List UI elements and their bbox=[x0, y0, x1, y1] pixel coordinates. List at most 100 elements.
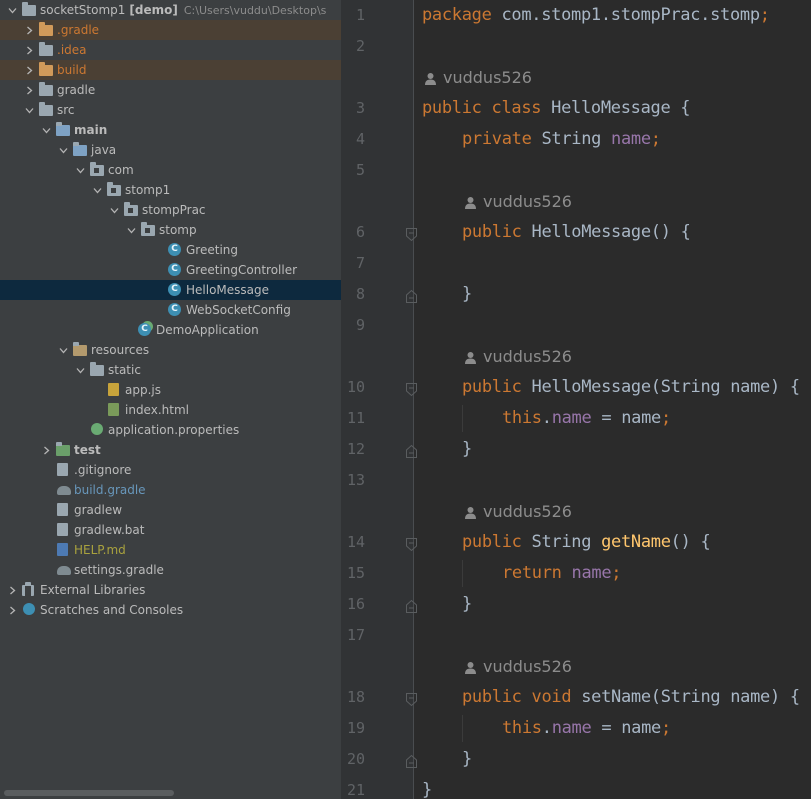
horizontal-scrollbar[interactable] bbox=[4, 790, 174, 796]
code-line[interactable]: public String getName() { bbox=[462, 527, 711, 558]
tree-item-socketstomp1[interactable]: socketStomp1 [demo] C:\Users\vuddu\Desktop… bbox=[0, 0, 341, 20]
tree-item-settings-gradle[interactable]: settings.gradle bbox=[0, 560, 341, 580]
tree-item-gradlew-bat[interactable]: gradlew.bat bbox=[0, 520, 341, 540]
chevron-right-icon[interactable] bbox=[6, 580, 18, 600]
user-icon bbox=[465, 662, 476, 674]
tree-item-stompprac[interactable]: stompPrac bbox=[0, 200, 341, 220]
tree-item-label: External Libraries bbox=[40, 583, 146, 597]
tree-item-stomp[interactable]: stomp bbox=[0, 220, 341, 240]
fold-collapse-icon[interactable] bbox=[406, 226, 417, 242]
tree-item-greetingcontroller[interactable]: C GreetingController bbox=[0, 260, 341, 280]
tree-item-label: socketStomp1 [demo] C:\Users\vuddu\Desktop… bbox=[40, 3, 327, 17]
tree-item-help-md[interactable]: HELP.md bbox=[0, 540, 341, 560]
tree-item-scratches-and-consoles[interactable]: Scratches and Consoles bbox=[0, 600, 341, 620]
chevron-down-icon[interactable] bbox=[74, 360, 86, 380]
chevron-down-icon[interactable] bbox=[40, 120, 52, 140]
tree-item-application-properties[interactable]: application.properties bbox=[0, 420, 341, 440]
code-line[interactable]: package com.stomp1.stompPrac.stomp; bbox=[422, 0, 770, 31]
tree-item-com[interactable]: com bbox=[0, 160, 341, 180]
tree-item-java[interactable]: java bbox=[0, 140, 341, 160]
code-line[interactable]: public HelloMessage() { bbox=[462, 217, 691, 248]
tree-item-hellomessage[interactable]: C HelloMessage bbox=[0, 280, 341, 300]
code-token: String bbox=[541, 129, 612, 149]
tree-item-resources[interactable]: resources bbox=[0, 340, 341, 360]
code-line[interactable]: } bbox=[462, 434, 472, 465]
fold-end-icon[interactable] bbox=[406, 598, 417, 613]
tree-item-websocketconfig[interactable]: C WebSocketConfig bbox=[0, 300, 341, 320]
chevron-down-icon[interactable] bbox=[125, 220, 137, 240]
tree-item-demoapplication[interactable]: C DemoApplication bbox=[0, 320, 341, 340]
excluded-folder-icon bbox=[39, 62, 53, 77]
code-token: this bbox=[502, 408, 542, 428]
chevron-right-icon[interactable] bbox=[23, 60, 35, 80]
code-line[interactable]: } bbox=[462, 589, 472, 620]
tree-item-main[interactable]: main bbox=[0, 120, 341, 140]
code-token: public bbox=[462, 532, 532, 552]
tree-item-static[interactable]: static bbox=[0, 360, 341, 380]
code-token: HelloMessage bbox=[531, 222, 652, 242]
tree-item-build-gradle[interactable]: build.gradle bbox=[0, 480, 341, 500]
code-line[interactable]: return name; bbox=[502, 558, 622, 589]
chevron-down-icon[interactable] bbox=[57, 340, 69, 360]
code-token: private bbox=[462, 129, 542, 149]
project-tree-panel[interactable]: socketStomp1 [demo] C:\Users\vuddu\Desktop… bbox=[0, 0, 341, 799]
chevron-right-icon[interactable] bbox=[23, 20, 35, 40]
code-author-hint[interactable]: vuddus526 bbox=[464, 496, 572, 527]
chevron-right-icon[interactable] bbox=[23, 40, 35, 60]
chevron-right-icon[interactable] bbox=[40, 440, 52, 460]
module-name-suffix: [demo] bbox=[129, 3, 178, 17]
fold-end-icon[interactable] bbox=[406, 753, 417, 768]
tree-item-external-libraries[interactable]: External Libraries bbox=[0, 580, 341, 600]
code-line[interactable]: this.name = name; bbox=[502, 713, 671, 744]
chevron-down-icon[interactable] bbox=[6, 0, 18, 20]
code-token: this bbox=[502, 718, 542, 738]
line-number: 8 bbox=[355, 285, 365, 303]
tree-item-stomp1[interactable]: stomp1 bbox=[0, 180, 341, 200]
tree-item-greeting[interactable]: C Greeting bbox=[0, 240, 341, 260]
code-token: return bbox=[502, 563, 572, 583]
tree-item-index-html[interactable]: index.html bbox=[0, 400, 341, 420]
chevron-down-icon[interactable] bbox=[74, 160, 86, 180]
fold-end-icon[interactable] bbox=[406, 443, 417, 458]
code-token: public void bbox=[462, 687, 582, 707]
code-line[interactable]: public void setName(String name) { bbox=[462, 682, 800, 713]
line-number: 3 bbox=[355, 99, 365, 117]
author-name: vuddus526 bbox=[443, 68, 532, 87]
code-line[interactable]: public class HelloMessage { bbox=[422, 93, 691, 124]
code-line[interactable]: this.name = name; bbox=[502, 403, 671, 434]
fold-collapse-icon[interactable] bbox=[406, 536, 417, 552]
tree-item-gradle[interactable]: .gradle bbox=[0, 20, 341, 40]
tree-item-app-js[interactable]: app.js bbox=[0, 380, 341, 400]
tree-item-src[interactable]: src bbox=[0, 100, 341, 120]
code-line[interactable]: } bbox=[462, 744, 472, 775]
author-name: vuddus526 bbox=[483, 192, 572, 211]
chevron-right-icon[interactable] bbox=[23, 80, 35, 100]
chevron-down-icon[interactable] bbox=[108, 200, 120, 220]
line-number: 11 bbox=[346, 409, 365, 427]
fold-end-icon[interactable] bbox=[406, 288, 417, 303]
tree-item-label: .gitignore bbox=[74, 463, 132, 477]
code-token: () { bbox=[670, 532, 711, 552]
code-author-hint[interactable]: vuddus526 bbox=[424, 62, 532, 93]
code-line[interactable]: } bbox=[422, 775, 432, 799]
tree-item-idea[interactable]: .idea bbox=[0, 40, 341, 60]
tree-item-gradlew[interactable]: gradlew bbox=[0, 500, 341, 520]
code-author-hint[interactable]: vuddus526 bbox=[464, 186, 572, 217]
code-line[interactable]: } bbox=[462, 279, 472, 310]
tree-item-gitignore[interactable]: .gitignore bbox=[0, 460, 341, 480]
chevron-down-icon[interactable] bbox=[91, 180, 103, 200]
chevron-right-icon[interactable] bbox=[6, 600, 18, 620]
tree-item-gradle[interactable]: gradle bbox=[0, 80, 341, 100]
tree-item-label: .gradle bbox=[57, 23, 100, 37]
code-author-hint[interactable]: vuddus526 bbox=[464, 651, 572, 682]
tree-item-build[interactable]: build bbox=[0, 60, 341, 80]
fold-collapse-icon[interactable] bbox=[406, 691, 417, 707]
code-author-hint[interactable]: vuddus526 bbox=[464, 341, 572, 372]
fold-collapse-icon[interactable] bbox=[406, 381, 417, 397]
code-token: name bbox=[551, 408, 592, 428]
chevron-down-icon[interactable] bbox=[57, 140, 69, 160]
code-line[interactable]: public HelloMessage(String name) { bbox=[462, 372, 800, 403]
tree-item-test[interactable]: test bbox=[0, 440, 341, 460]
code-line[interactable]: private String name; bbox=[462, 124, 661, 155]
chevron-down-icon[interactable] bbox=[23, 100, 35, 120]
